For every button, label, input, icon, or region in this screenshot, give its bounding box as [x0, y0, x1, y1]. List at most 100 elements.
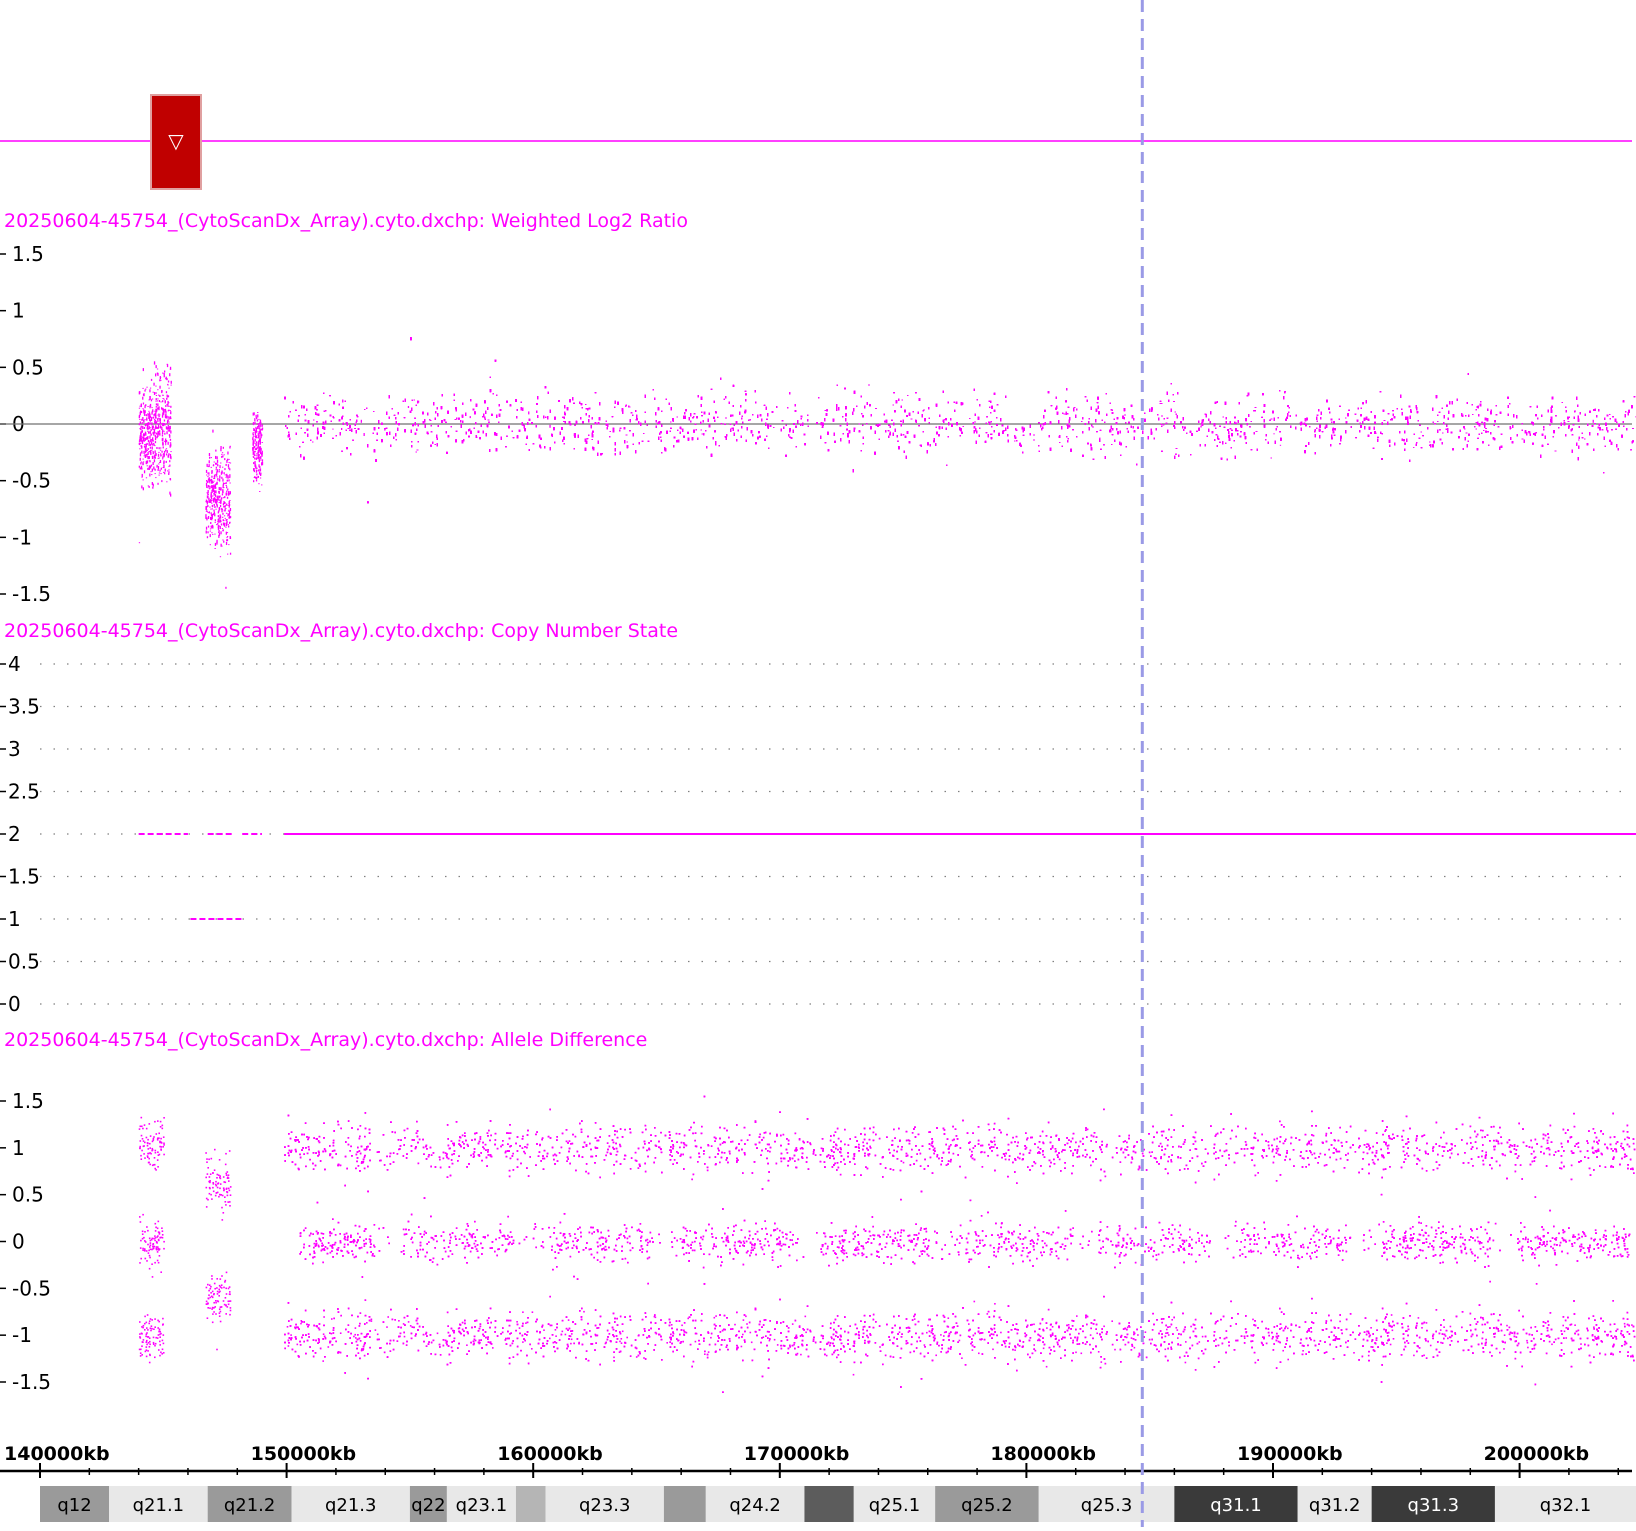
- log2-point: [217, 478, 218, 480]
- log2-point: [217, 456, 218, 459]
- log2-point: [157, 403, 158, 406]
- log2-point: [220, 526, 221, 529]
- log2-point: [211, 479, 212, 481]
- log2-point: [153, 462, 154, 465]
- log2-point: [364, 433, 365, 436]
- log2-point: [164, 373, 165, 375]
- log2-point: [227, 539, 228, 541]
- log2-point: [168, 410, 169, 411]
- log2-point: [219, 475, 220, 478]
- log2-point: [227, 489, 228, 491]
- log2-point: [225, 477, 226, 478]
- log2-point: [161, 480, 162, 482]
- log2-point: [152, 439, 153, 441]
- log2-point: [222, 540, 223, 541]
- log2-point: [228, 526, 229, 528]
- log2-point: [142, 462, 143, 465]
- log2-point: [208, 494, 209, 495]
- log2-point: [163, 465, 164, 468]
- log2-point: [221, 456, 222, 458]
- log2-point: [140, 412, 141, 415]
- log2-point: [158, 466, 159, 469]
- log2-point: [228, 467, 229, 469]
- log2-point: [157, 400, 158, 401]
- log2-point: [158, 469, 159, 471]
- log2-point: [229, 516, 230, 519]
- log2-point: [256, 455, 257, 456]
- log2-point: [210, 509, 211, 510]
- log2-point: [213, 490, 214, 491]
- log2-point: [142, 422, 143, 424]
- log2-point: [157, 436, 158, 438]
- log2-point: [221, 546, 222, 547]
- log2-point: [209, 488, 210, 489]
- log2-point: [168, 422, 169, 423]
- log2-point: [255, 433, 256, 436]
- log2-point: [150, 420, 151, 422]
- log2-point: [229, 504, 230, 506]
- log2-point: [160, 423, 161, 424]
- log2-point: [1280, 445, 1281, 446]
- log2-point: [253, 449, 254, 452]
- log2-point: [214, 475, 215, 478]
- log2-point: [229, 462, 230, 463]
- log2-point: [221, 509, 222, 512]
- log2-point: [207, 505, 208, 507]
- log2-point: [256, 453, 257, 454]
- log2-point: [206, 501, 207, 502]
- log2-point: [220, 505, 221, 507]
- log2-point: [257, 412, 258, 413]
- log2-point: [207, 476, 208, 477]
- log2-point: [257, 414, 258, 417]
- log2-point: [164, 420, 165, 422]
- log2-point: [166, 448, 167, 449]
- log2-point: [258, 454, 259, 456]
- log2-point: [257, 426, 258, 429]
- log2-point: [146, 477, 147, 478]
- log2-point: [260, 468, 261, 471]
- log2-point: [162, 438, 163, 441]
- log2-point: [149, 442, 150, 443]
- log2-point: [227, 532, 228, 533]
- log2-point: [151, 417, 152, 418]
- log2-point: [254, 476, 255, 478]
- log2-point: [253, 456, 254, 457]
- log2-point: [258, 438, 259, 439]
- log2-point: [147, 428, 148, 430]
- log2-point: [229, 474, 230, 477]
- log2-point: [148, 432, 149, 434]
- log2-point: [152, 447, 153, 450]
- log2-point: [220, 446, 221, 449]
- log2-point: [226, 482, 227, 484]
- log2-point: [216, 467, 217, 469]
- log2-point: [168, 425, 169, 426]
- log2-point: [141, 477, 142, 478]
- log2-point: [215, 450, 216, 452]
- log2-point: [211, 467, 212, 468]
- log2-point: [256, 435, 257, 438]
- log2-point: [155, 469, 156, 471]
- log2-point: [212, 514, 213, 517]
- log2-point: [222, 513, 223, 515]
- log2-point: [142, 440, 143, 441]
- log2-point: [141, 446, 142, 449]
- log2-point: [157, 421, 158, 422]
- log2-point: [226, 504, 227, 506]
- log2-point: [144, 419, 145, 420]
- log2-point: [218, 532, 219, 533]
- log2-point: [162, 431, 163, 434]
- log2-point: [254, 412, 255, 415]
- log2-point: [209, 511, 210, 513]
- log2-point: [255, 477, 256, 479]
- log2-point: [225, 508, 226, 509]
- log2-point: [214, 504, 215, 506]
- log2-point: [168, 473, 169, 475]
- log2-point: [255, 443, 256, 446]
- log2-point: [216, 504, 217, 506]
- log2-point: [142, 388, 143, 389]
- log2-point: [218, 515, 219, 517]
- log2-point: [171, 385, 172, 386]
- log2-point: [155, 433, 156, 434]
- log2-point: [225, 527, 226, 528]
- log2-point: [142, 474, 143, 477]
